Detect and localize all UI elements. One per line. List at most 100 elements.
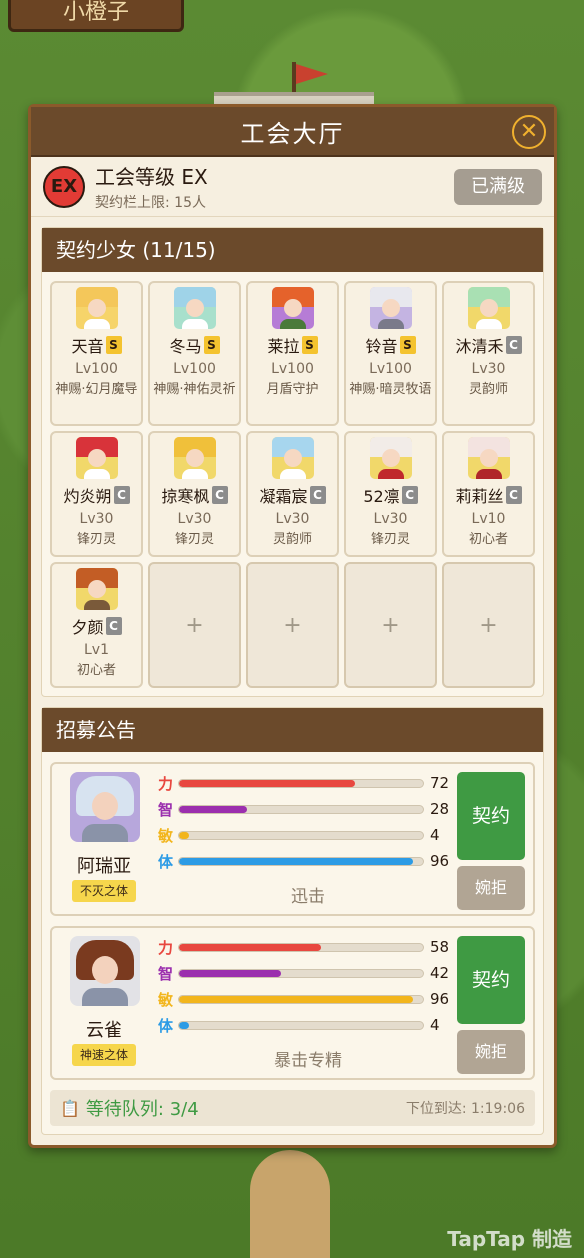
contract-button[interactable]: 契约 [457, 936, 525, 1024]
contract-grid: 天音 S Lv100 神赐·幻月魔导 冬马 S Lv100 神赐·神佑灵祈 莱拉 S Lv100 月盾… [42, 272, 543, 696]
stat-row: 力 72 [158, 772, 458, 794]
recruit-skill: 迅击 [291, 887, 325, 907]
plus-icon: + [185, 612, 204, 638]
portrait-outfit [181, 469, 208, 479]
empty-contract-slot[interactable]: + [246, 562, 339, 688]
portrait-armor [82, 988, 128, 1006]
name-row: 夕颜 C [71, 614, 122, 638]
maxed-button[interactable]: 已满级 [454, 168, 542, 205]
contract-card[interactable]: 沐清禾 C Lv30 灵韵师 [442, 281, 535, 426]
portrait-outfit [83, 600, 110, 610]
contract-card[interactable]: 莱拉 S Lv100 月盾守护 [246, 281, 339, 426]
character-class: 初心者 [468, 532, 508, 547]
name-row: 52凛 C [363, 483, 418, 507]
portrait-outfit [475, 469, 502, 479]
portrait-face [87, 449, 106, 467]
stat-value: 72 [430, 774, 450, 792]
contract-card[interactable]: 冬马 S Lv100 神赐·神佑灵祈 [148, 281, 241, 426]
stat-row: 体4 [158, 1014, 458, 1036]
rank-badge: C [401, 486, 418, 504]
portrait-face [479, 449, 498, 467]
name-row: 莉莉丝 C [455, 483, 522, 507]
contract-cap-label: 契约栏上限: 15人 [95, 195, 206, 211]
stat-value: 4 [430, 826, 440, 844]
plus-icon: + [479, 612, 498, 638]
contract-card[interactable]: 铃音 S Lv100 神赐·暗灵牧语 [344, 281, 437, 426]
stat-label: 体 [158, 1016, 174, 1035]
recruit-section: 招募公告 阿瑞亚 不灭之体力 72 智 28 敏 4 体 96 迅击 契约 婉拒 云雀 神速之体力 58 智 4… [41, 707, 544, 1135]
background-sign: 小橙子 [8, 0, 184, 32]
rank-badge: S [203, 336, 220, 354]
plus-icon: + [283, 612, 302, 638]
portrait-outfit [279, 469, 306, 479]
character-class: 月盾守护 [266, 382, 319, 397]
stat-row: 智 42 [158, 962, 458, 984]
decline-button[interactable]: 婉拒 [457, 866, 525, 910]
portrait-face [381, 449, 400, 467]
recruit-name: 云雀 [86, 1020, 122, 1041]
stat-label: 力 [158, 938, 174, 957]
character-name: 天音 [71, 337, 104, 356]
stat-label: 智 [158, 964, 174, 983]
portrait-armor [82, 824, 128, 842]
contract-card[interactable]: 灼炎朔 C Lv30 锋刃灵 [50, 431, 143, 557]
rank-badge: C [113, 486, 130, 504]
decline-button[interactable]: 婉拒 [457, 1030, 525, 1074]
contract-card[interactable]: 掠寒枫 C Lv30 锋刃灵 [148, 431, 241, 557]
flag-icon [296, 64, 328, 84]
character-name: 莱拉 [267, 337, 300, 356]
rank-badge: C [105, 617, 122, 635]
stat-bar [178, 942, 424, 952]
empty-contract-slot[interactable]: + [344, 562, 437, 688]
empty-contract-slot[interactable]: + [442, 562, 535, 688]
trait-badge: 神速之体 [72, 1044, 136, 1066]
recruit-list: 阿瑞亚 不灭之体力 72 智 28 敏 4 体 96 迅击 契约 婉拒 云雀 神速之体力 58 智 42 敏 96 体… [42, 762, 543, 1080]
character-portrait [75, 437, 118, 479]
portrait-outfit [83, 319, 110, 329]
empty-contract-slot[interactable]: + [148, 562, 241, 688]
rank-badge: S [105, 336, 122, 354]
stat-value: 4 [430, 1016, 440, 1034]
queue-bar: 📋 等待队列: 3/4 下位到达: 1:19:06 [50, 1090, 535, 1126]
stat-row: 力 58 [158, 936, 458, 958]
contract-card[interactable]: 天音 S Lv100 神赐·幻月魔导 [50, 281, 143, 426]
stat-bar [178, 830, 424, 840]
recruit-name: 阿瑞亚 [77, 856, 131, 877]
stat-value: 96 [430, 852, 450, 870]
contract-card[interactable]: 凝霜宸 C Lv30 灵韵师 [246, 431, 339, 557]
contract-section-header: 契约少女 (11/15) [42, 228, 543, 272]
character-name: 掠寒枫 [161, 487, 210, 506]
character-portrait [467, 437, 510, 479]
character-level: Lv100 [271, 361, 314, 377]
name-row: 凝霜宸 C [259, 483, 326, 507]
trait-badge: 不灭之体 [72, 880, 136, 902]
contract-card[interactable]: 52凛 C Lv30 锋刃灵 [344, 431, 437, 557]
character-portrait [173, 287, 216, 329]
portrait-face [92, 956, 118, 984]
contract-button[interactable]: 契约 [457, 772, 525, 860]
character-level: Lv30 [373, 511, 408, 527]
dirt-path [250, 1150, 330, 1258]
stat-bar [178, 994, 424, 1004]
character-class: 神赐·幻月魔导 [55, 382, 138, 397]
portrait-outfit [377, 469, 404, 479]
recruit-portrait [70, 936, 140, 1006]
stat-row: 敏 96 [158, 988, 458, 1010]
character-class: 神赐·神佑灵祈 [153, 382, 236, 397]
name-row: 掠寒枫 C [161, 483, 228, 507]
character-name: 莉莉丝 [455, 487, 504, 506]
recruit-skill: 暴击专精 [274, 1051, 342, 1071]
close-button[interactable]: ✕ [512, 115, 546, 149]
rank-badge: C [309, 486, 326, 504]
portrait-outfit [181, 319, 208, 329]
contract-card[interactable]: 夕颜 C Lv1 初心者 [50, 562, 143, 688]
contract-card[interactable]: 莉莉丝 C Lv10 初心者 [442, 431, 535, 557]
recruit-section-header: 招募公告 [42, 708, 543, 752]
character-name: 灼炎朔 [63, 487, 112, 506]
character-name: 冬马 [169, 337, 202, 356]
character-level: Lv100 [75, 361, 118, 377]
character-name: 凝霜宸 [259, 487, 308, 506]
character-class: 锋刃灵 [76, 532, 116, 547]
stat-label: 敏 [158, 990, 174, 1009]
modal-title: 工会大厅 [240, 119, 345, 148]
